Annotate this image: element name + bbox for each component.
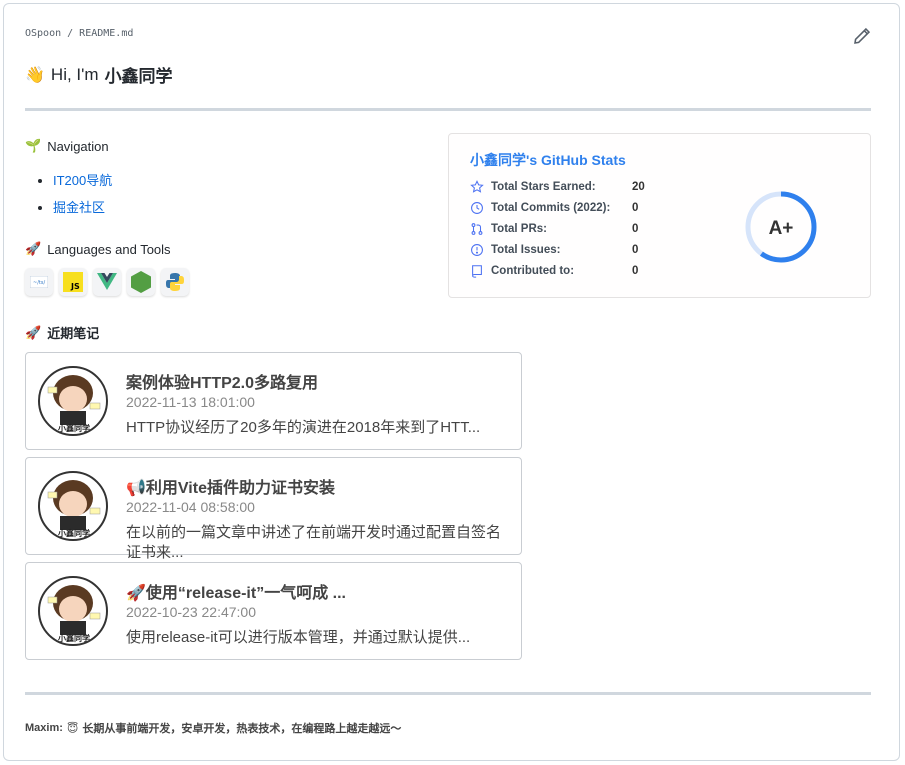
stat-row-issues: Total Issues: 0 (470, 243, 638, 257)
edit-pencil-icon[interactable] (853, 27, 871, 45)
stat-label: Contributed to: (491, 265, 575, 277)
footer-maxim: Maxim: 😇 长期从事前端开发，安卓开发，热表技术，在编程路上越走越远～ (25, 720, 401, 736)
list-item: 掘金社区 (53, 197, 112, 216)
stat-row-prs: Total PRs: 0 (470, 222, 638, 236)
vue-icon[interactable] (93, 268, 121, 296)
javascript-icon[interactable]: JS (59, 268, 87, 296)
stat-value: 20 (632, 181, 645, 193)
post-date: 2022-11-13 18:01:00 (126, 394, 255, 410)
stat-row-contributed: Contributed to: 0 (470, 264, 638, 278)
post-desc: HTTP协议经历了20多年的演进在2018年来到了HTT... (126, 419, 481, 436)
link-juejin[interactable]: 掘金社区 (53, 200, 105, 215)
post-card[interactable]: 小鑫同学 案例体验HTTP2.0多路复用 2022-11-13 18:01:00… (25, 352, 522, 450)
rocket-emoji: 🚀 (25, 241, 42, 256)
post-card[interactable]: 小鑫同学 📢利用Vite插件助力证书安装 2022-11-04 08:58:00… (25, 457, 522, 561)
wave-emoji: 👋 (25, 66, 45, 84)
navigation-heading: 🌱 Navigation (25, 138, 109, 154)
list-item: IT200导航 (53, 170, 112, 189)
post-date: 2022-10-23 22:47:00 (126, 604, 256, 620)
divider-top (25, 108, 871, 111)
nodejs-icon[interactable] (127, 268, 155, 296)
python-icon[interactable] (161, 268, 189, 296)
grade-ring: A+ (745, 191, 817, 263)
svg-text:小鑫同学: 小鑫同学 (57, 633, 90, 643)
post-card[interactable]: 小鑫同学 🚀使用“release-it”一气呵成 ... 2022-10-23 … (25, 562, 522, 660)
divider-bottom (25, 692, 871, 695)
tools-heading: 🚀 Languages and Tools (25, 241, 171, 257)
title-prefix: Hi, I'm (50, 64, 99, 84)
notes-heading: 🚀 近期笔记 (25, 323, 99, 342)
grade-text: A+ (769, 218, 794, 239)
link-it200[interactable]: IT200导航 (53, 173, 112, 188)
navigation-list: IT200导航 掘金社区 (33, 170, 112, 224)
breadcrumb: OSpoon / README.md (25, 28, 134, 39)
navigation-title: Navigation (47, 138, 109, 154)
angel-emoji: 😇 (66, 722, 79, 735)
seedling-emoji: 🌱 (25, 138, 42, 153)
svg-text:小鑫同学: 小鑫同学 (57, 423, 90, 433)
stat-label: Total Stars Earned: (491, 181, 596, 193)
stat-row-commits: Total Commits (2022): 0 (470, 201, 638, 215)
avatar: 小鑫同学 (38, 471, 108, 541)
notes-title: 近期笔记 (47, 326, 100, 341)
stat-value: 0 (632, 265, 639, 277)
post-desc: 在以前的一篇文章中讲述了在前端开发时通过配置自签名证书来... (126, 524, 502, 561)
tools-title: Languages and Tools (47, 241, 171, 257)
star-icon (470, 180, 484, 193)
svg-text:小鑫同学: 小鑫同学 (57, 528, 90, 538)
maxim-label: Maxim: (25, 722, 63, 734)
rocket-emoji: 🚀 (25, 324, 42, 340)
post-title: 📢利用Vite插件助力证书安装 (126, 480, 335, 497)
stat-label: Total Issues: (491, 244, 561, 256)
post-desc: 使用release-it可以进行版本管理，并通过默认提供... (126, 629, 471, 646)
avatar: 小鑫同学 (38, 366, 108, 436)
svg-text:JS: JS (70, 282, 80, 291)
stat-label: Total PRs: (491, 223, 548, 235)
svg-text:~/ts/: ~/ts/ (33, 280, 45, 286)
stat-value: 0 (632, 223, 639, 235)
clock-icon (471, 202, 483, 214)
stat-label: Total Commits (2022): (491, 202, 611, 214)
post-date: 2022-11-04 08:58:00 (126, 499, 255, 515)
issue-icon (471, 244, 483, 256)
stat-value: 0 (632, 244, 639, 256)
github-stats-card: 小鑫同学's GitHub Stats Total Stars Earned: … (448, 133, 871, 298)
tools-row: ~/ts/ JS (25, 268, 189, 296)
stat-row-stars: Total Stars Earned: 20 (470, 180, 645, 194)
avatar: 小鑫同学 (38, 576, 108, 646)
pull-request-icon (471, 223, 483, 235)
page-title: 👋 Hi, I'm 小鑫同学 (25, 62, 173, 87)
ts-icon[interactable]: ~/ts/ (25, 268, 53, 296)
title-name: 小鑫同学 (104, 67, 173, 86)
stats-title: 小鑫同学's GitHub Stats (470, 152, 626, 168)
repo-icon (472, 265, 482, 278)
post-title: 🚀使用“release-it”一气呵成 ... (126, 585, 346, 602)
stat-value: 0 (632, 202, 639, 214)
maxim-text: 长期从事前端开发，安卓开发，热表技术，在编程路上越走越远～ (82, 723, 402, 735)
post-title: 案例体验HTTP2.0多路复用 (126, 375, 319, 392)
